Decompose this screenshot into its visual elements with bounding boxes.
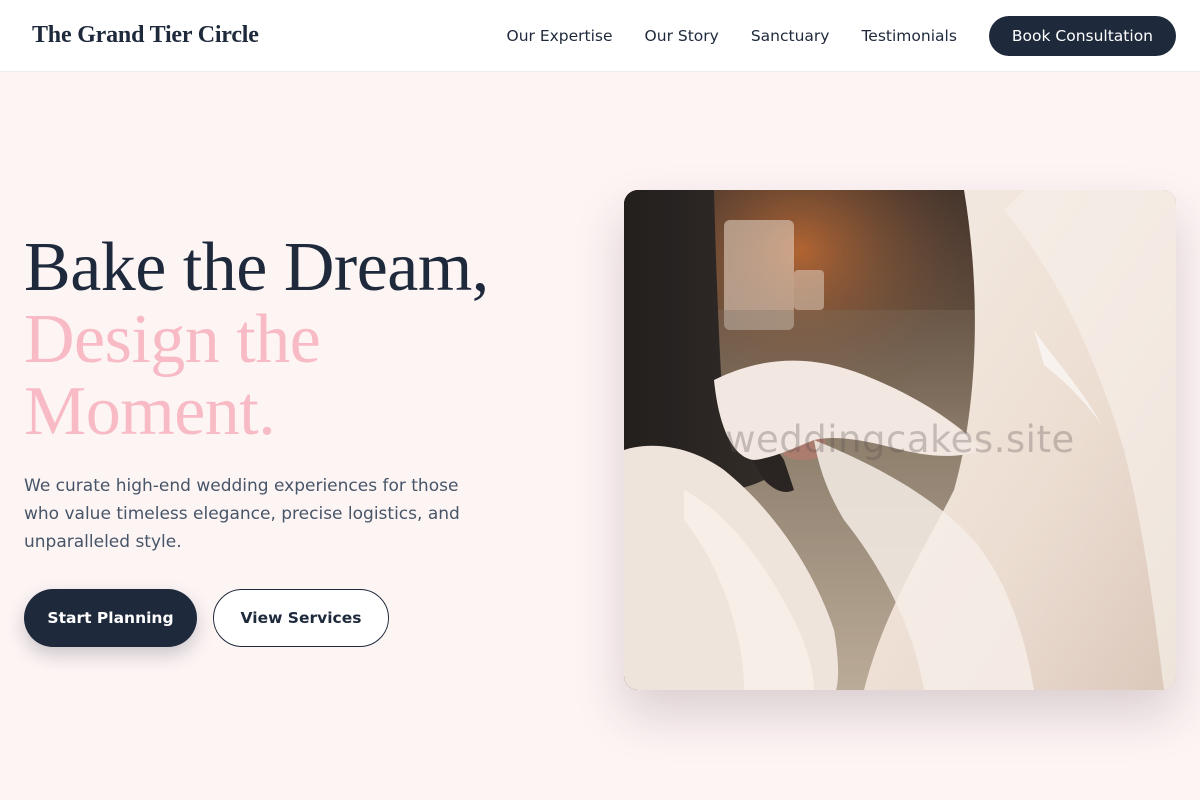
headline-line-2: Design the: [24, 301, 321, 378]
hero-description: We curate high-end wedding experiences f…: [24, 476, 460, 552]
hero-text-block: Bake the Dream, Design the Moment. We cu…: [24, 232, 544, 556]
book-consultation-button[interactable]: Book Consultation: [988, 15, 1176, 56]
start-planning-button[interactable]: Start Planning: [24, 589, 197, 647]
brand-logo[interactable]: The Grand Tier Circle: [32, 22, 259, 49]
headline-line-3: Moment.: [24, 373, 276, 450]
nav-links: Our Expertise Our Story Sanctuary Testim…: [507, 15, 1176, 56]
hero-cta-row: Start Planning View Services: [24, 589, 389, 647]
hero-wedding-photo: weddingcakes.site: [624, 190, 1176, 690]
view-services-button[interactable]: View Services: [213, 589, 389, 647]
nav-link-our-story[interactable]: Our Story: [645, 27, 719, 45]
headline-line-1: Bake the Dream,: [24, 229, 489, 306]
hero-headline: Bake the Dream, Design the Moment.: [24, 232, 544, 448]
nav-link-our-expertise[interactable]: Our Expertise: [507, 27, 613, 45]
top-navbar: The Grand Tier Circle Our Expertise Our …: [0, 0, 1200, 72]
nav-link-sanctuary[interactable]: Sanctuary: [751, 27, 830, 45]
image-watermark: weddingcakes.site: [725, 418, 1075, 461]
nav-link-testimonials[interactable]: Testimonials: [861, 27, 956, 45]
